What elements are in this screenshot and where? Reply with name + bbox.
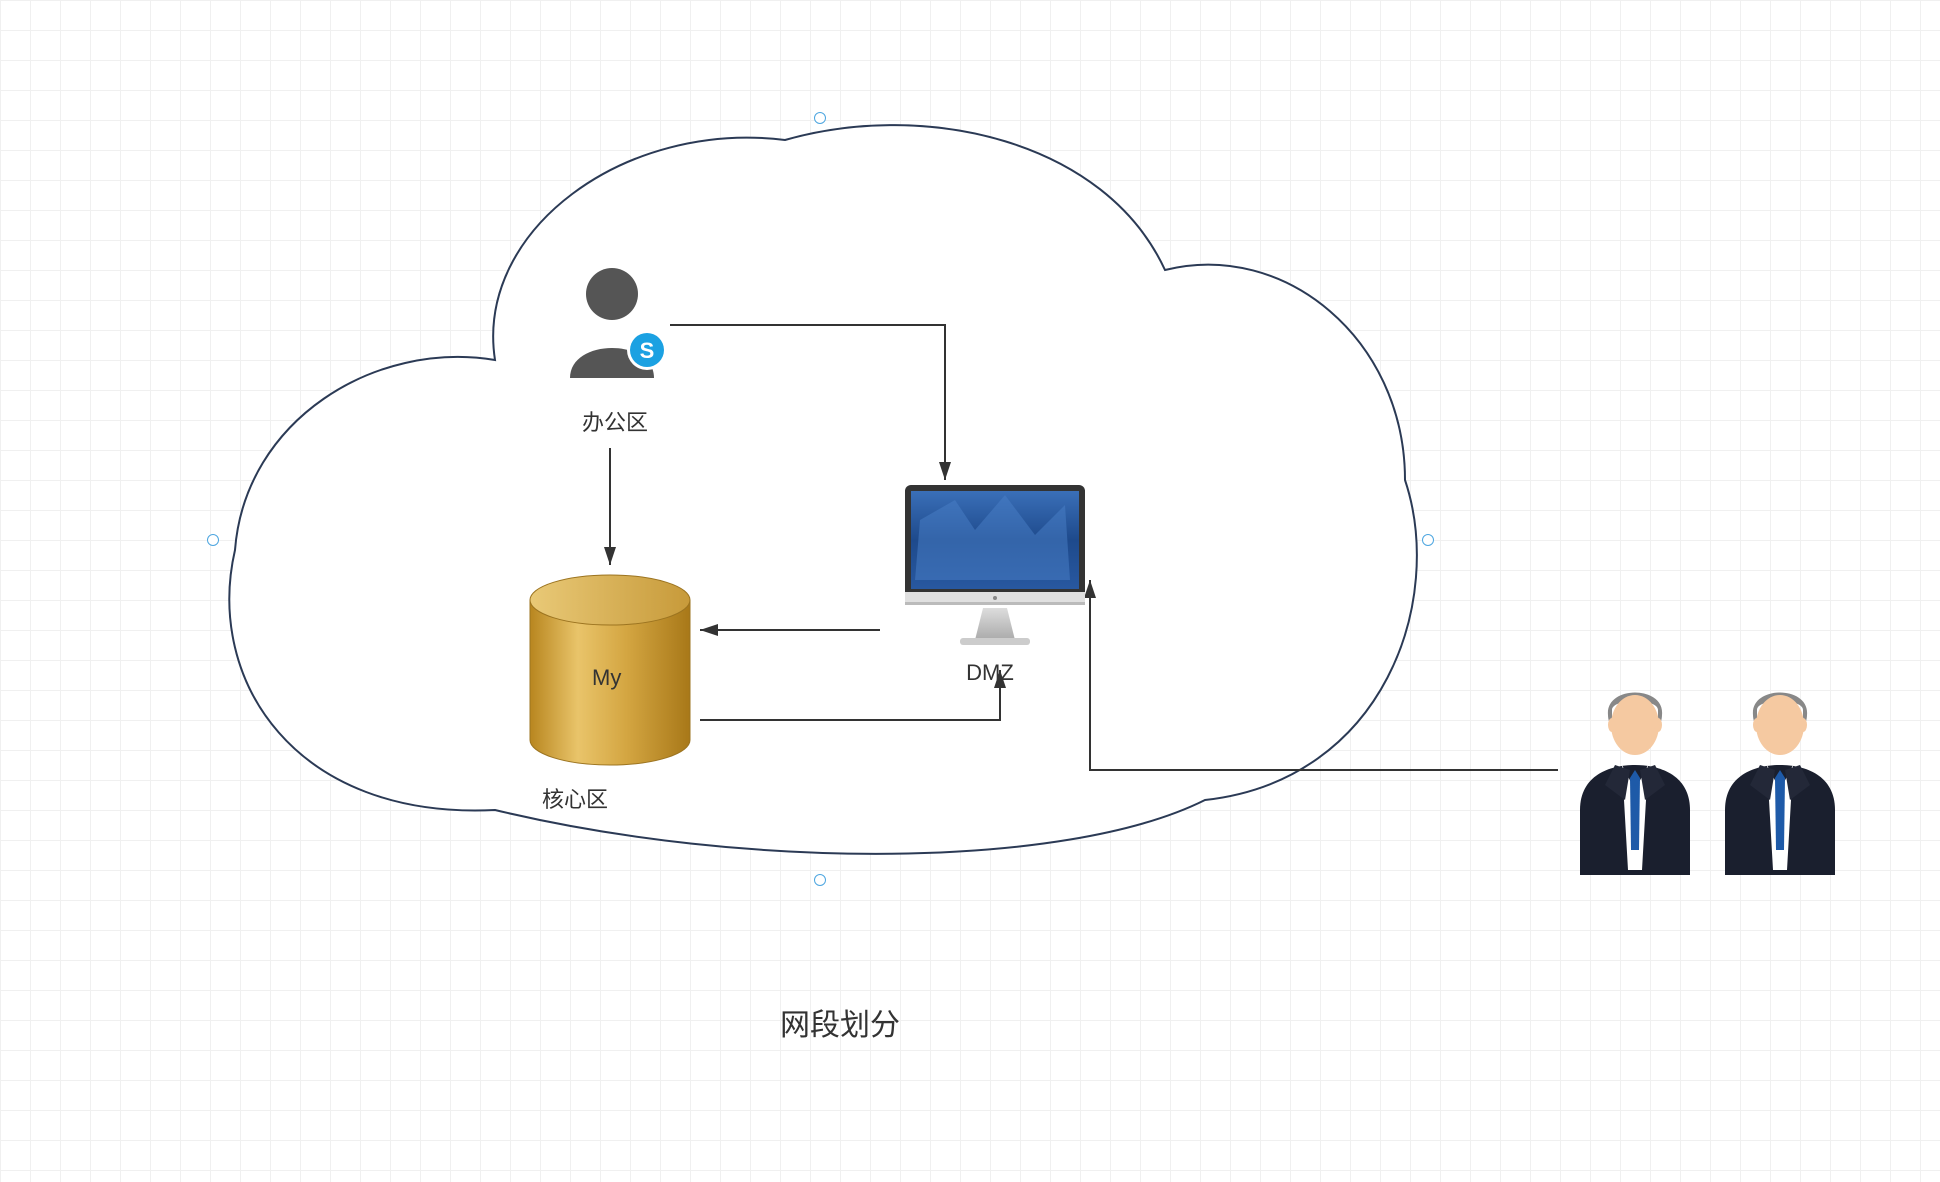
diagram-title: 网段划分 bbox=[760, 1000, 920, 1044]
monitor-icon bbox=[895, 480, 1095, 655]
office-user-node[interactable]: S bbox=[555, 260, 670, 390]
businessman-icon bbox=[1705, 670, 1855, 880]
office-label: 办公区 bbox=[570, 405, 660, 437]
dmz-label: DMZ bbox=[960, 660, 1020, 686]
database-text: My bbox=[592, 665, 621, 691]
diagram-canvas[interactable]: S 办公区 My 核心区 bbox=[0, 0, 1940, 1182]
businessman-icon bbox=[1560, 670, 1710, 880]
user-icon: S bbox=[555, 260, 670, 390]
dmz-monitor-node[interactable] bbox=[895, 480, 1095, 655]
database-node[interactable]: My bbox=[520, 570, 700, 770]
svg-text:S: S bbox=[640, 338, 655, 363]
managers-node[interactable] bbox=[1560, 670, 1860, 880]
core-label: 核心区 bbox=[530, 782, 620, 814]
